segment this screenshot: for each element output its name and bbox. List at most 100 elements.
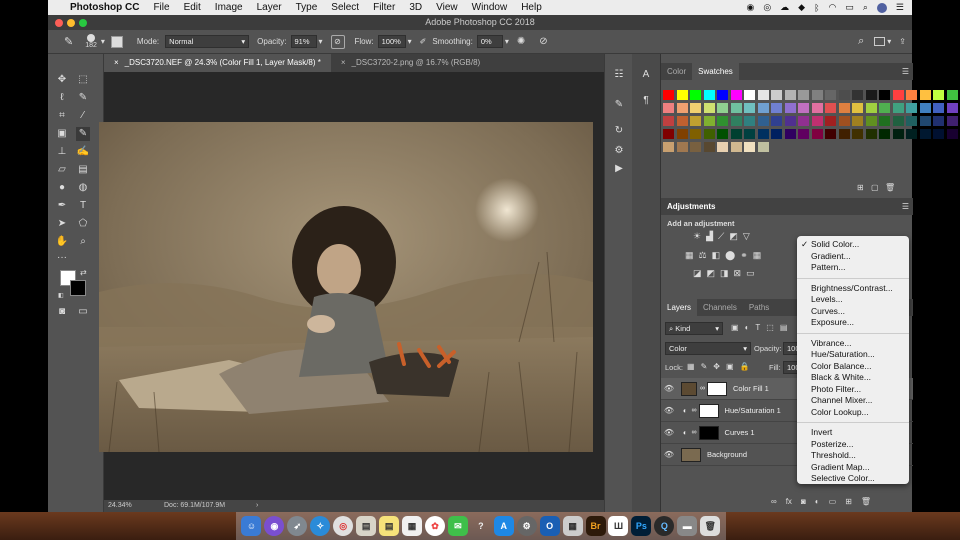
color-swatch[interactable] xyxy=(703,129,715,139)
color-swatch[interactable] xyxy=(825,90,836,100)
menu-item[interactable]: Hue/Saturation... xyxy=(797,349,909,361)
color-swatch[interactable] xyxy=(676,90,688,100)
lock-all-icon[interactable]: 🔒 xyxy=(740,362,750,371)
color-swatch[interactable] xyxy=(730,103,742,113)
layer-mask-thumbnail[interactable] xyxy=(707,381,727,396)
color-swatch[interactable] xyxy=(717,116,728,126)
color-balance-icon[interactable]: ⚖ xyxy=(699,250,707,261)
color-swatch[interactable] xyxy=(771,116,782,126)
color-swatch[interactable] xyxy=(906,129,917,139)
menu-item[interactable]: Color Balance... xyxy=(797,361,909,373)
color-swatch[interactable] xyxy=(730,129,742,139)
pressure-opacity-icon[interactable]: ⊘ xyxy=(330,34,345,49)
color-swatch[interactable] xyxy=(825,103,836,113)
color-swatch[interactable] xyxy=(663,116,674,126)
swap-colors-icon[interactable]: ⇄ xyxy=(80,268,87,277)
color-swatch[interactable] xyxy=(838,90,850,100)
lock-pixels-icon[interactable]: ✎ xyxy=(701,362,708,371)
color-swatch[interactable] xyxy=(730,116,742,126)
color-swatch[interactable] xyxy=(703,90,715,100)
close-icon[interactable]: × xyxy=(114,58,119,67)
record-icon[interactable]: ◉ xyxy=(746,2,754,13)
brush-settings-icon[interactable]: ✎ xyxy=(612,98,626,112)
trash-icon[interactable]: 🗑 xyxy=(700,516,721,536)
black-white-icon[interactable]: ◧ xyxy=(712,250,721,261)
clone-stamp-tool-icon[interactable]: ⊥ xyxy=(55,145,69,159)
new-layer-icon[interactable]: ⊞ xyxy=(845,497,852,506)
layer-name[interactable]: Curves 1 xyxy=(725,428,755,437)
color-swatch[interactable] xyxy=(744,142,755,152)
color-swatch[interactable] xyxy=(703,116,715,126)
link-layers-icon[interactable]: ∞ xyxy=(771,497,777,506)
flow-input[interactable]: 100% xyxy=(377,35,406,48)
layer-mask-thumbnail[interactable] xyxy=(698,403,719,418)
color-swatch[interactable] xyxy=(811,103,823,113)
menu-3d[interactable]: 3D xyxy=(409,2,422,13)
posterize-icon[interactable]: ◩ xyxy=(707,268,716,279)
share-icon[interactable]: ⇪ xyxy=(899,37,906,46)
color-swatch[interactable] xyxy=(771,129,782,139)
chevron-down-icon[interactable]: ▾ xyxy=(887,37,891,46)
dodge-tool-icon[interactable]: ◍ xyxy=(76,181,90,195)
search-icon[interactable]: ⌕ xyxy=(858,35,864,48)
close-window-button[interactable] xyxy=(55,19,63,27)
color-swatch[interactable] xyxy=(825,116,836,126)
menu-item[interactable]: Gradient Map... xyxy=(797,462,909,474)
panel-menu-icon[interactable]: ☰ xyxy=(902,202,909,211)
invert-icon[interactable]: ◪ xyxy=(693,268,702,279)
path-select-tool-icon[interactable]: ➤ xyxy=(55,217,69,231)
menu-item[interactable]: Posterize... xyxy=(797,439,909,451)
eye-icon[interactable]: 👁 xyxy=(661,406,677,415)
notes-icon[interactable]: ▤ xyxy=(379,516,400,536)
color-swatch[interactable] xyxy=(717,90,728,100)
default-colors-icon[interactable]: ◧ xyxy=(58,292,64,299)
doc-tab-active[interactable]: × _DSC3720.NEF @ 24.3% (Color Fill 1, Lay… xyxy=(104,54,331,72)
color-swatch[interactable] xyxy=(798,90,809,100)
lock-transparency-icon[interactable]: ▦ xyxy=(687,362,695,371)
color-swatch[interactable] xyxy=(852,129,863,139)
menu-view[interactable]: View xyxy=(436,2,458,13)
gear-icon[interactable]: ✺ xyxy=(517,36,525,47)
chevron-down-icon[interactable]: ▾ xyxy=(408,37,412,46)
shape-filter-icon[interactable]: ⬚ xyxy=(766,323,774,332)
close-icon[interactable]: × xyxy=(341,58,346,67)
menu-window[interactable]: Window xyxy=(472,2,508,13)
color-swatch[interactable] xyxy=(865,116,877,126)
background-color-swatch[interactable] xyxy=(70,280,86,296)
color-swatch[interactable] xyxy=(919,116,931,126)
chevron-right-icon[interactable]: › xyxy=(256,500,258,512)
color-swatch[interactable] xyxy=(771,90,782,100)
help-icon[interactable]: ? xyxy=(471,516,491,536)
color-swatch[interactable] xyxy=(690,90,701,100)
color-swatch[interactable] xyxy=(919,103,931,113)
finder-icon[interactable]: ☺ xyxy=(241,516,262,536)
photoshop-icon[interactable]: Ps xyxy=(631,516,652,536)
menu-item[interactable]: ✓ Solid Color... xyxy=(797,239,909,251)
blend-mode-select[interactable]: Color ▾ xyxy=(665,342,751,355)
pixel-filter-icon[interactable]: ▣ xyxy=(731,323,739,332)
color-swatch[interactable] xyxy=(933,103,944,113)
smoothing-input[interactable]: 0% xyxy=(476,35,503,48)
color-swatch[interactable] xyxy=(852,103,863,113)
quick-select-tool-icon[interactable]: ✎ xyxy=(76,91,90,105)
menu-item[interactable]: Pattern... xyxy=(797,262,909,274)
creative-cloud-icon[interactable]: ☁ xyxy=(780,2,789,13)
launchpad-icon[interactable]: ➶ xyxy=(287,516,308,536)
trash-icon[interactable]: 🗑 xyxy=(885,183,895,192)
menu-item[interactable]: Curves... xyxy=(797,306,909,318)
color-swatch[interactable] xyxy=(879,116,890,126)
color-lookup-icon[interactable]: ▦ xyxy=(753,250,762,261)
color-swatch[interactable] xyxy=(757,116,769,126)
color-swatch[interactable] xyxy=(744,90,755,100)
lasso-tool-icon[interactable]: ℓ xyxy=(55,91,69,105)
cc-icon[interactable]: ◎ xyxy=(763,2,771,13)
menu-item[interactable]: Vibrance... xyxy=(797,338,909,350)
color-swatch[interactable] xyxy=(892,116,904,126)
color-swatch[interactable] xyxy=(838,103,850,113)
wifi-icon[interactable]: ◠ xyxy=(829,2,837,13)
character-panel-icon[interactable]: A xyxy=(639,68,653,82)
menu-help[interactable]: Help xyxy=(521,2,542,13)
more-tools-icon[interactable]: ··· xyxy=(55,251,69,265)
eye-icon[interactable]: 👁 xyxy=(661,384,677,393)
color-swatch[interactable] xyxy=(919,90,931,100)
